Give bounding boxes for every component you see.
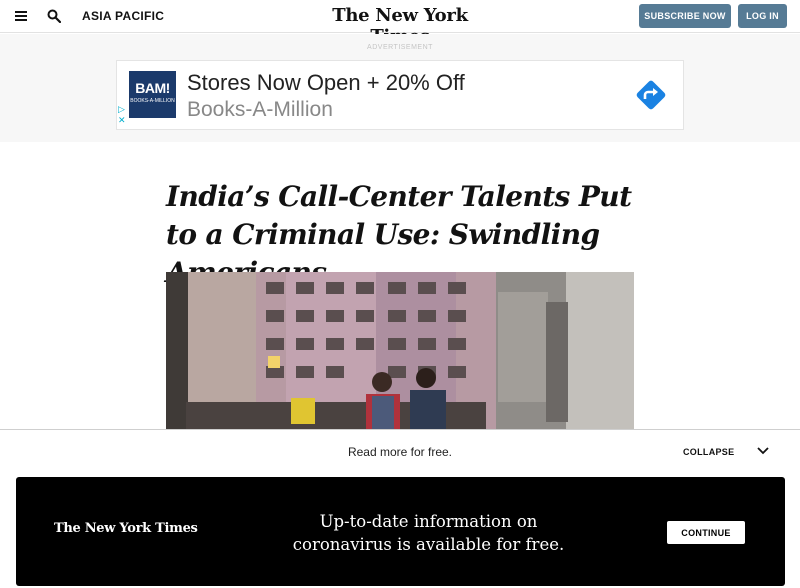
read-more-bar: Read more for free. COLLAPSE bbox=[0, 429, 800, 474]
nyt-logo[interactable]: The New York Times bbox=[300, 0, 500, 47]
article-photo bbox=[166, 272, 634, 432]
search-icon[interactable] bbox=[47, 9, 61, 23]
top-navigation: ASIA PACIFIC The New York Times SUBSCRIB… bbox=[0, 0, 800, 47]
bam-logo-mark: BAM! bbox=[135, 80, 170, 96]
banner-nyt-logo: The New York Times bbox=[54, 521, 198, 536]
ad-headline[interactable]: Stores Now Open + 20% Off bbox=[187, 70, 465, 96]
subscribe-button[interactable]: SUBSCRIBE NOW bbox=[639, 4, 731, 28]
bam-logo-subtext: BOOKS-A-MILLION bbox=[130, 98, 175, 104]
hamburger-menu-icon[interactable] bbox=[15, 11, 27, 21]
bam-logo: BAM! BOOKS-A-MILLION bbox=[129, 71, 176, 118]
read-more-text: Read more for free. bbox=[347, 445, 453, 459]
ad-advertiser[interactable]: Books-A-Million bbox=[187, 98, 333, 122]
login-button[interactable]: LOG IN bbox=[738, 4, 787, 28]
directions-arrow-icon[interactable] bbox=[633, 77, 669, 113]
section-link[interactable]: ASIA PACIFIC bbox=[82, 9, 164, 23]
collapse-button[interactable]: COLLAPSE bbox=[683, 447, 734, 457]
coronavirus-banner: The New York Times Up-to-date informatio… bbox=[16, 477, 785, 586]
chevron-down-icon[interactable] bbox=[757, 447, 769, 455]
adchoices-icon[interactable]: ▷ ✕ bbox=[118, 104, 126, 126]
ad-container: ADVERTISEMENT BAM! BOOKS-A-MILLION Store… bbox=[0, 34, 800, 142]
ad-banner[interactable]: BAM! BOOKS-A-MILLION Stores Now Open + 2… bbox=[116, 60, 684, 130]
banner-message: Up-to-date information on coronavirus is… bbox=[292, 512, 565, 554]
continue-button[interactable]: CONTINUE bbox=[667, 521, 745, 544]
ad-label: ADVERTISEMENT bbox=[367, 44, 433, 51]
